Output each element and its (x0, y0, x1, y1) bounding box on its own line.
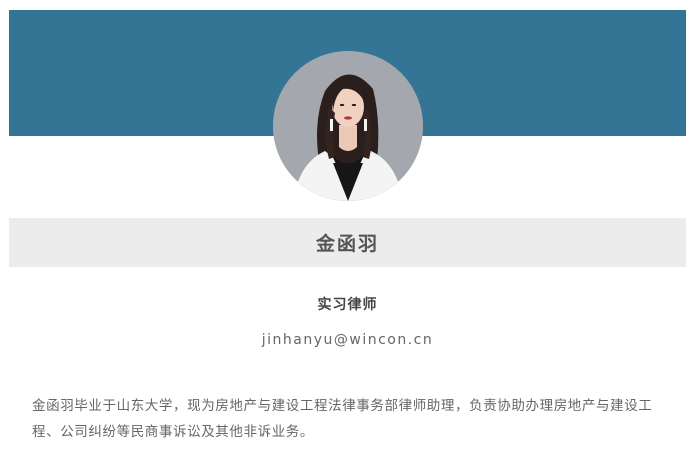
avatar (273, 51, 423, 201)
biography-text: 金函羽毕业于山东大学，现为房地产与建设工程法律事务部律师助理，负责协助办理房地产… (32, 398, 653, 440)
email-link[interactable]: jinhanyu@wincon.cn (0, 332, 695, 348)
job-title: 实习律师 (317, 297, 378, 313)
profile-card: 金函羽 实习律师 jinhanyu@wincon.cn 金函羽毕业于山东大学，现… (0, 0, 695, 463)
name-bar: 金函羽 (9, 218, 686, 267)
portrait-photo-icon (273, 51, 423, 201)
person-name: 金函羽 (315, 233, 379, 255)
